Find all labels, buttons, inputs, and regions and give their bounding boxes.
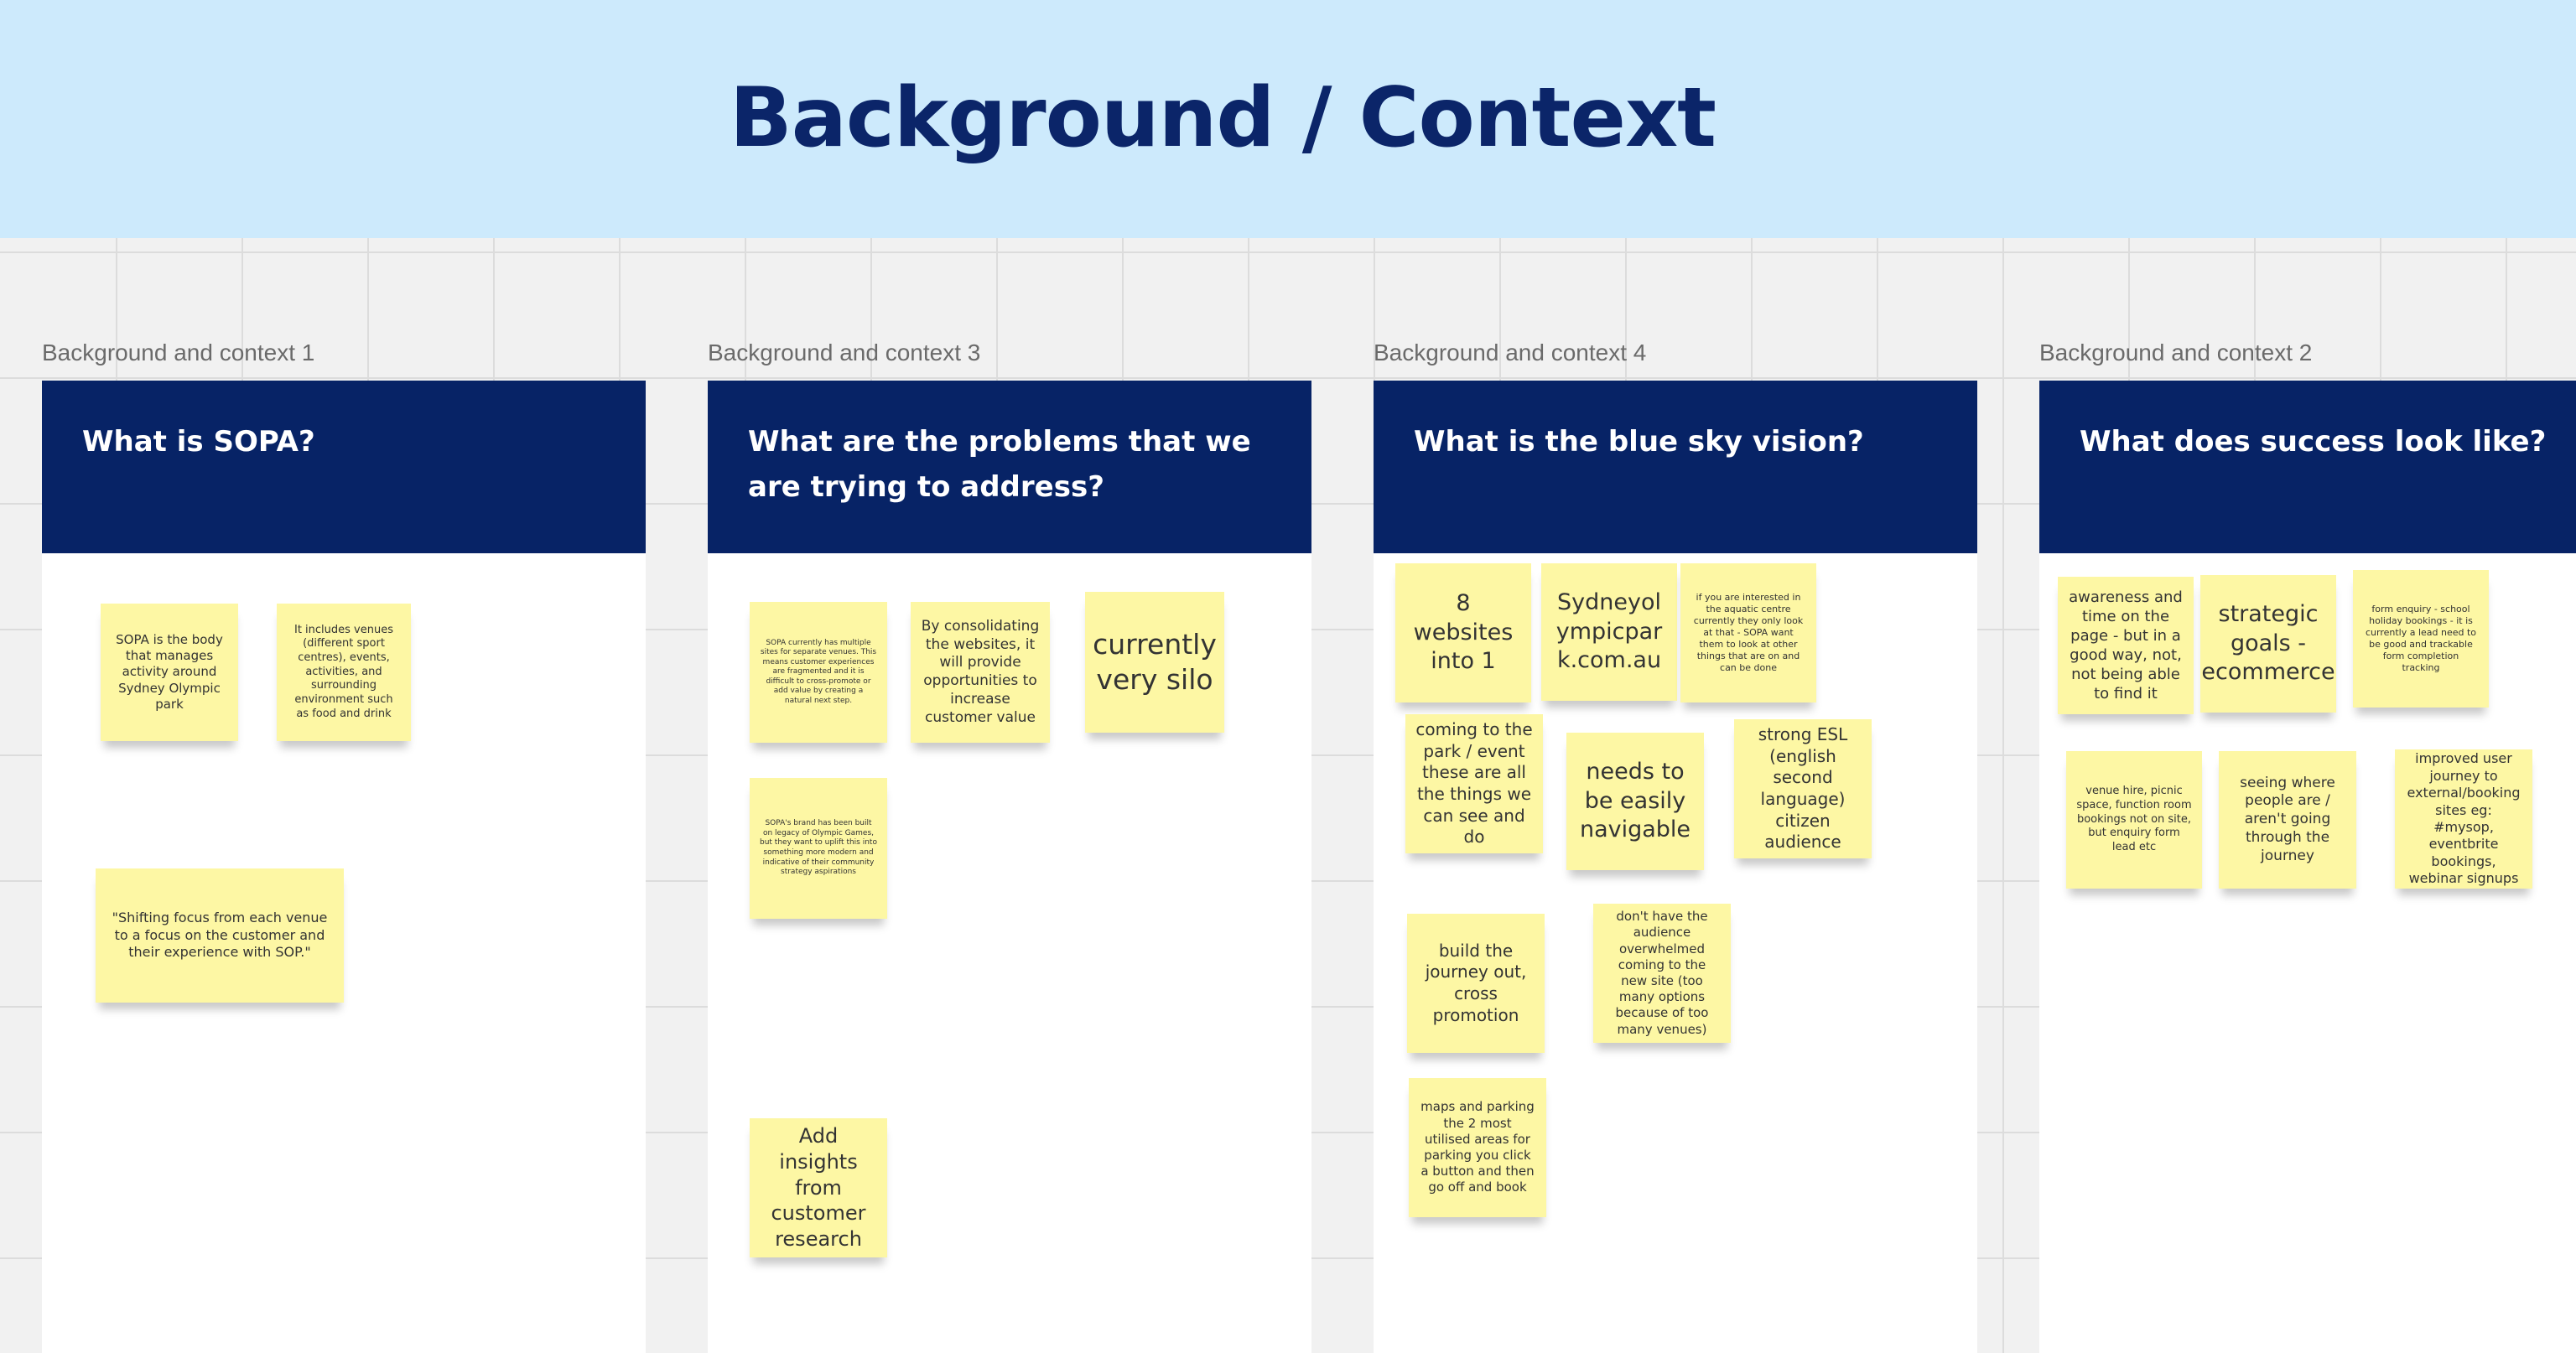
sticky-note[interactable]: form enquiry - school holiday bookings -… xyxy=(2353,570,2489,708)
sticky-note[interactable]: SOPA currently has multiple sites for se… xyxy=(750,602,887,743)
sticky-note[interactable]: don't have the audience overwhelmed comi… xyxy=(1593,904,1731,1043)
sticky-note[interactable]: currently very silo xyxy=(1085,592,1224,733)
sticky-note[interactable]: Add insights from customer research xyxy=(750,1118,887,1257)
frame-header: What is the blue sky vision? xyxy=(1374,381,1977,553)
frame-label-context-3[interactable]: Background and context 3 xyxy=(708,340,980,366)
frame-context-4[interactable]: What is the blue sky vision? 8 websites … xyxy=(1374,381,1977,1353)
sticky-note[interactable]: improved user journey to external/bookin… xyxy=(2395,749,2532,889)
title-banner: Background / Context xyxy=(0,0,2576,238)
frame-header: What does success look like? xyxy=(2039,381,2576,553)
frame-title: What are the problems that we are trying… xyxy=(748,425,1251,504)
frame-title: What is SOPA? xyxy=(82,425,315,459)
frame-title: What does success look like? xyxy=(2080,425,2547,459)
sticky-note[interactable]: It includes venues (different sport cent… xyxy=(277,604,411,741)
sticky-note[interactable]: coming to the park / event these are all… xyxy=(1405,714,1543,853)
frame-context-1[interactable]: What is SOPA? SOPA is the body that mana… xyxy=(42,381,646,1353)
frame-header: What are the problems that we are trying… xyxy=(708,381,1311,553)
frame-label-context-1[interactable]: Background and context 1 xyxy=(42,340,314,366)
sticky-note[interactable]: venue hire, picnic space, function room … xyxy=(2066,751,2202,889)
sticky-note[interactable]: maps and parking the 2 most utilised are… xyxy=(1409,1078,1546,1217)
sticky-note[interactable]: "Shifting focus from each venue to a foc… xyxy=(96,868,344,1003)
sticky-note[interactable]: SOPA's brand has been built on legacy of… xyxy=(750,778,887,919)
sticky-note[interactable]: awareness and time on the page - but in … xyxy=(2058,577,2194,714)
sticky-note[interactable]: By consolidating the websites, it will p… xyxy=(911,602,1050,743)
sticky-note[interactable]: strong ESL (english second language) cit… xyxy=(1734,719,1872,858)
sticky-note[interactable]: build the journey out, cross promotion xyxy=(1407,914,1545,1053)
sticky-note[interactable]: Sydneyolympicpark.com.au xyxy=(1541,563,1677,701)
frame-context-2[interactable]: What does success look like? awareness a… xyxy=(2039,381,2576,1353)
sticky-note[interactable]: SOPA is the body that manages activity a… xyxy=(101,604,238,741)
sticky-note[interactable]: 8 websites into 1 xyxy=(1395,563,1531,702)
frame-title: What is the blue sky vision? xyxy=(1414,425,1864,459)
frame-label-context-2[interactable]: Background and context 2 xyxy=(2039,340,2312,366)
frame-header: What is SOPA? xyxy=(42,381,646,553)
sticky-note[interactable]: strategic goals - ecommerce xyxy=(2200,575,2336,713)
frame-context-3[interactable]: What are the problems that we are trying… xyxy=(708,381,1311,1353)
sticky-note[interactable]: needs to be easily navigable xyxy=(1566,733,1704,870)
sticky-note[interactable]: if you are interested in the aquatic cen… xyxy=(1680,563,1816,702)
sticky-note[interactable]: seeing where people are / aren't going t… xyxy=(2219,751,2356,889)
frame-label-context-4[interactable]: Background and context 4 xyxy=(1374,340,1646,366)
board-title: Background / Context xyxy=(730,70,1716,166)
